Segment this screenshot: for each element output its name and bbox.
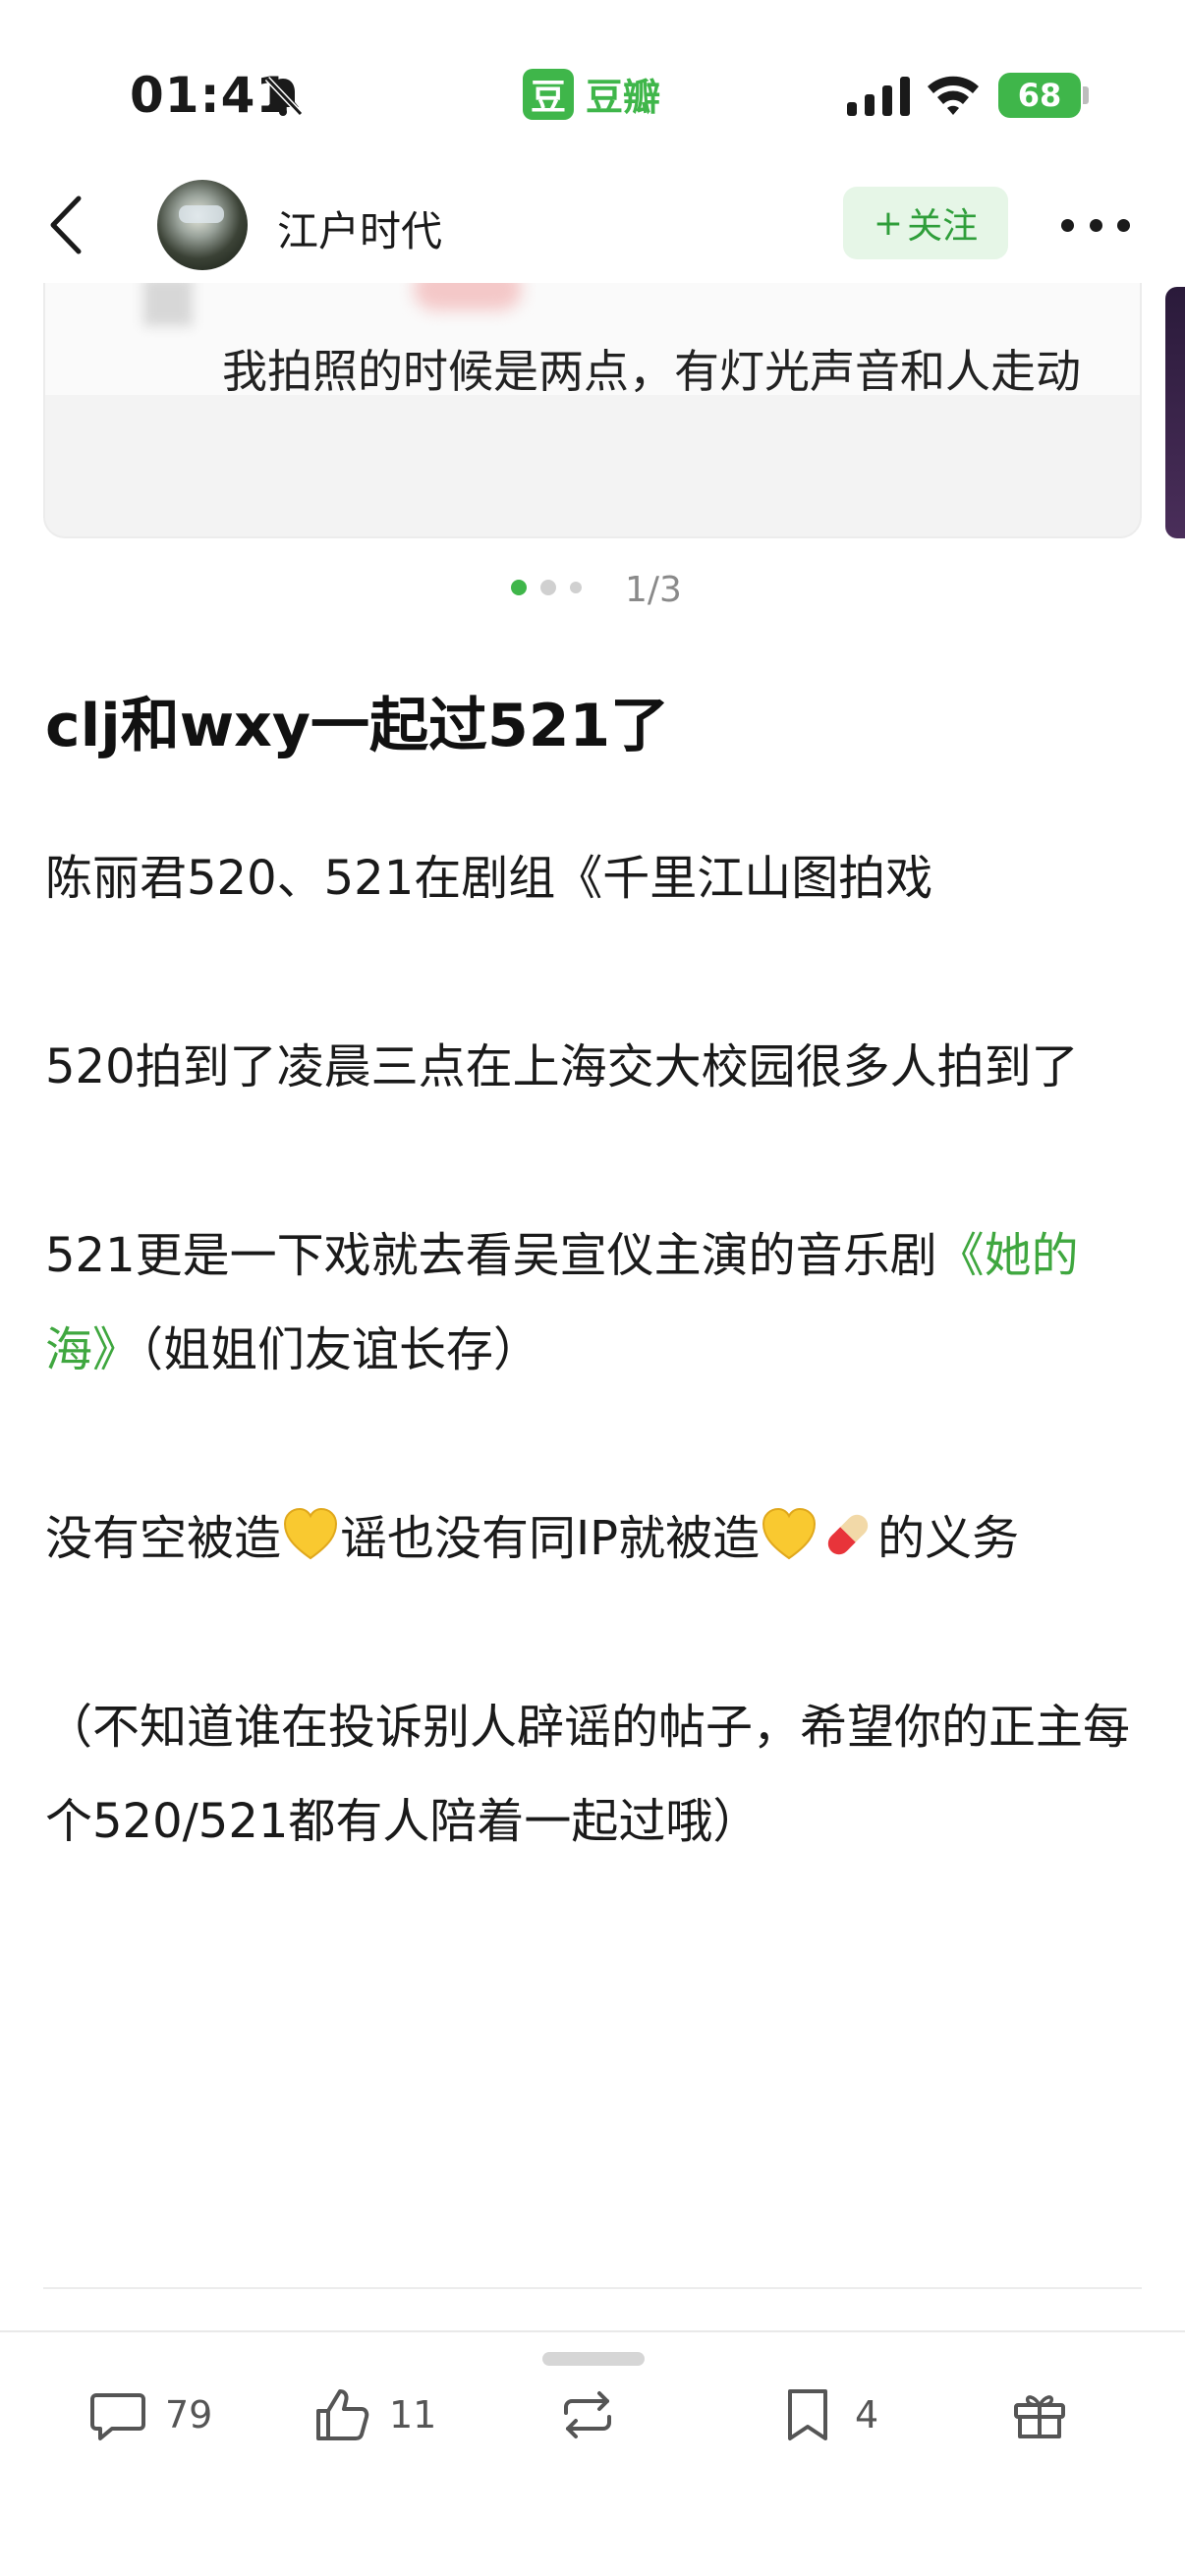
yellow-heart-emoji [284,1507,338,1560]
post-text: 的义务 [877,1511,1020,1566]
gift-button[interactable] [1008,2376,1071,2454]
post-text: 没有空被造 [45,1511,282,1566]
carousel-dot-active [511,580,527,595]
bottom-action-bar: 79 11 4 [0,2330,1185,2576]
status-bar: 01:41 豆 豆瓣 68 [0,0,1185,187]
battery-cap [1083,86,1089,104]
blurred-avatar [143,277,193,326]
battery-icon: 68 [998,73,1081,118]
signal-icon [847,77,910,116]
post-body: 陈丽君520、521在剧组《千里江山图拍戏 520拍到了凌晨三点在上海交大校园很… [45,831,1146,1963]
app-name: 豆瓣 [586,76,661,119]
gift-icon [1014,2395,1065,2438]
like-count: 11 [389,2393,437,2436]
carousel-dots [511,580,582,595]
status-app: 豆 豆瓣 [523,67,660,121]
collect-button[interactable]: 4 [776,2376,878,2454]
collect-icon [788,2389,827,2440]
collect-count: 4 [855,2393,879,2436]
carousel-text: 我拍照的时候是两点，有灯光声音和人走动 [222,345,1081,398]
like-icon [316,2389,369,2440]
carousel-next-image-peek[interactable] [1165,287,1185,538]
more-dot [1117,218,1130,232]
wifi-icon [928,76,979,115]
repost-icon [564,2391,611,2438]
bell-off-icon [264,76,303,117]
more-icon[interactable] [1061,198,1130,252]
battery-level: 68 [1017,77,1062,114]
post-text: （姐姐们友谊长存） [140,1322,541,1377]
pill-emoji [827,1514,869,1555]
carousel-dot [540,580,556,595]
follow-label: 关注 [907,206,979,247]
post-paragraph: 陈丽君520、521在剧组《千里江山图拍戏 [45,851,933,906]
post-text: 谣也没有同IP就被造 [340,1511,761,1566]
comment-count: 79 [165,2393,213,2436]
back-arrow-icon[interactable] [39,189,102,261]
user-name[interactable]: 江户时代 [277,198,442,258]
comment-button[interactable]: 79 [86,2376,212,2454]
page-indicator: 1/3 [625,570,682,610]
avatar[interactable] [157,180,248,270]
post-title: clj和wxy一起过521了 [45,692,670,760]
carousel-dot [570,582,582,593]
post-text: 521更是一下戏就去看吴宣仪主演的音乐剧 [45,1228,937,1283]
nav-bar: 江户时代 + 关注 [0,167,1185,283]
like-button[interactable]: 11 [310,2376,436,2454]
follow-button[interactable]: + 关注 [843,187,1008,259]
post-paragraph: 没有空被造 谣也没有同IP就被造 的义务 [45,1491,1146,1586]
more-dot [1061,218,1074,232]
douban-logo: 豆 [523,68,574,120]
repost-button[interactable] [556,2376,619,2454]
plus-icon: + [873,202,904,244]
drag-handle[interactable] [542,2352,645,2366]
post-paragraph: （不知道谁在投诉别人辟谣的帖子，希望你的正主每个520/521都有人陪着一起过哦… [45,1700,1131,1849]
divider [43,2287,1142,2289]
post-paragraph: 521更是一下戏就去看吴宣仪主演的音乐剧《她的海》（姐姐们友谊长存） [45,1208,1146,1397]
post-paragraph: 520拍到了凌晨三点在上海交大校园很多人拍到了 [45,1039,1079,1094]
comment-icon [90,2393,145,2440]
yellow-heart-emoji [762,1507,817,1560]
more-dot [1089,218,1102,232]
